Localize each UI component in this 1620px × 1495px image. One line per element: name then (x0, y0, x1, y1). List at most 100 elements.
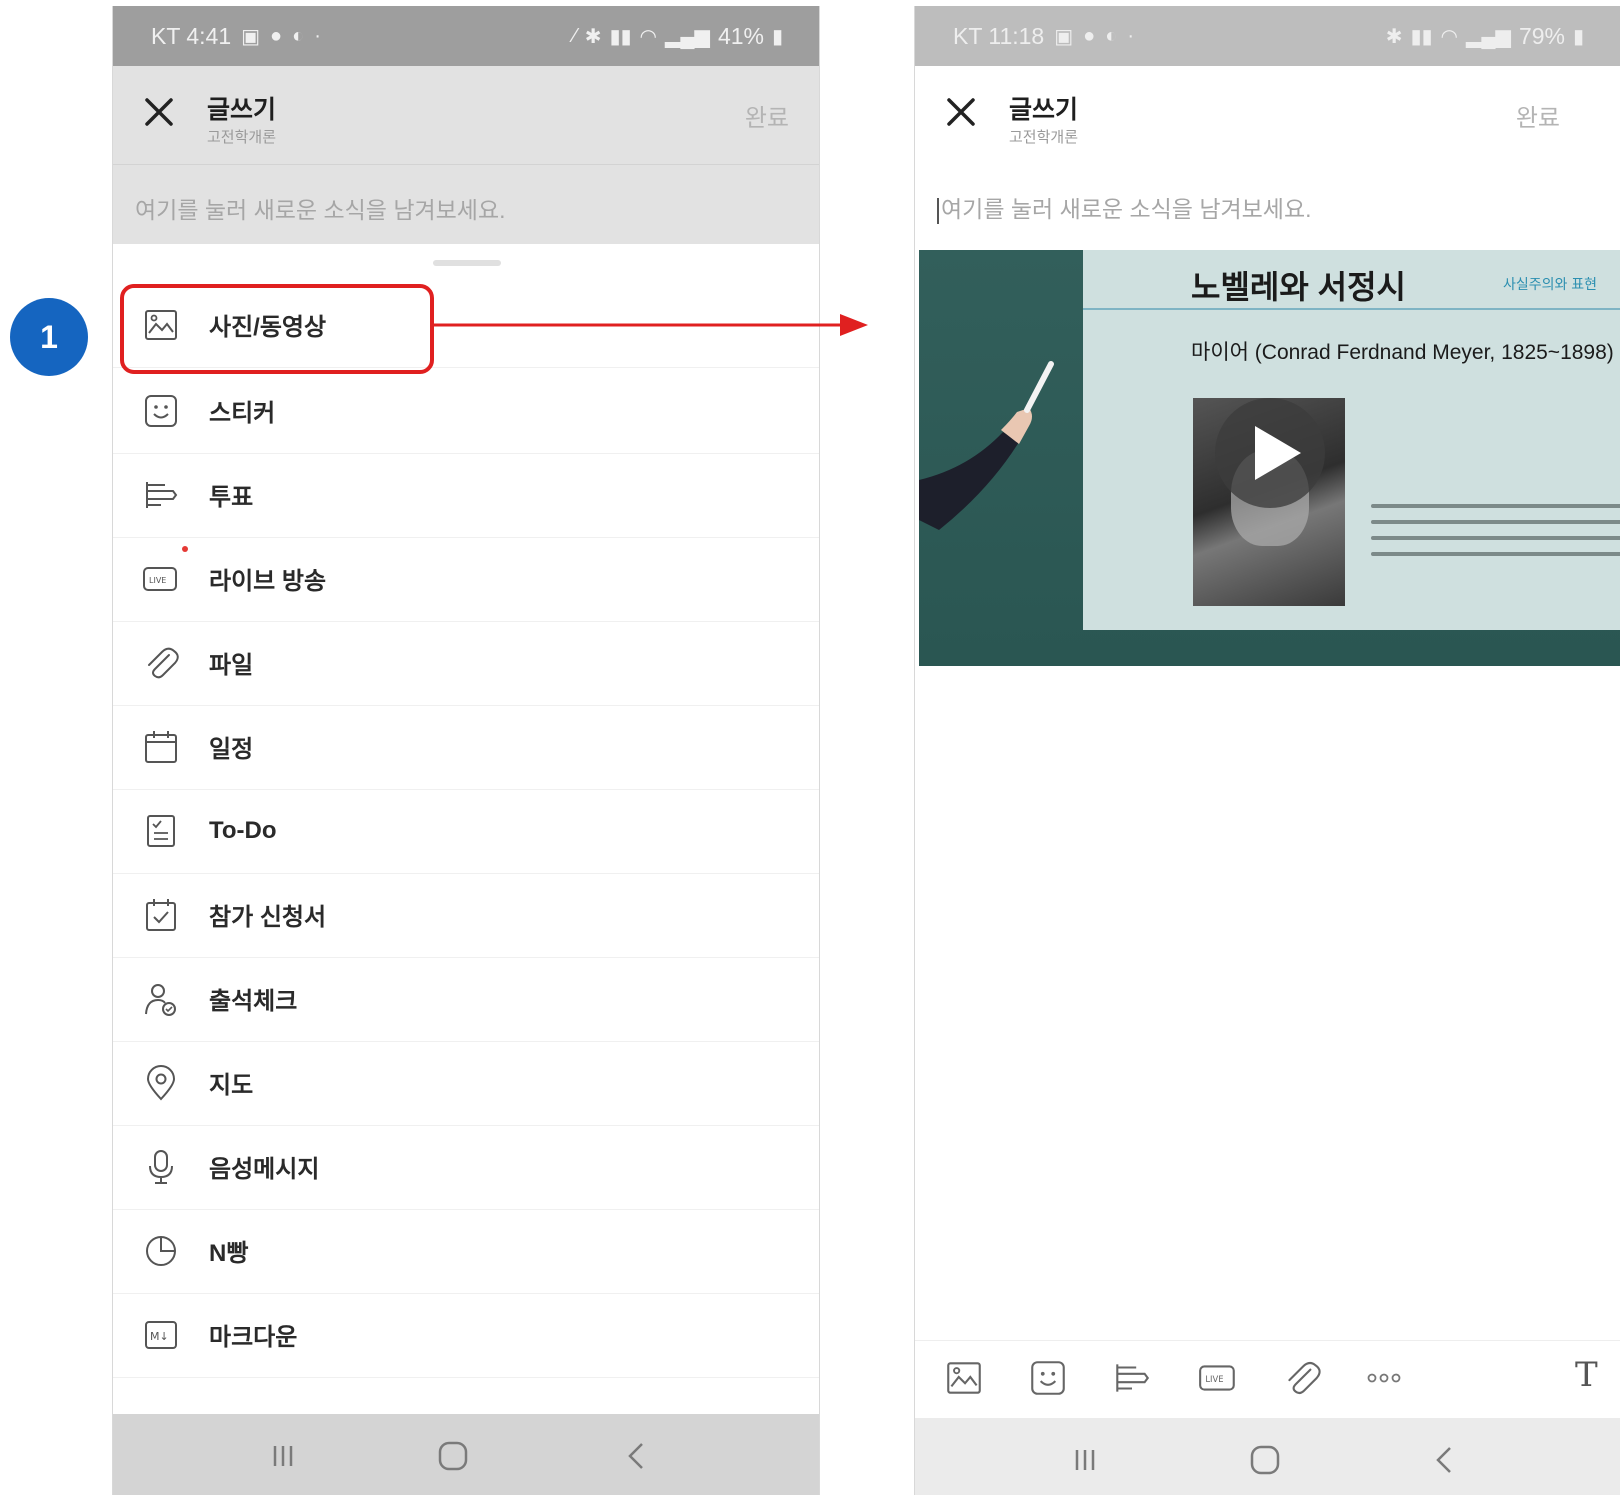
battery-percent: 41% (717, 22, 764, 49)
play-button[interactable] (1215, 398, 1325, 508)
slide-tag: 사실주의와 표현 (1503, 276, 1598, 292)
gallery-icon: ▣ (1054, 25, 1074, 48)
battery-percent: 79% (1518, 22, 1565, 49)
menu-item-signup-form[interactable]: 참가 신청서 (113, 872, 819, 958)
live-icon[interactable]: LIVE (1197, 1357, 1239, 1399)
menu-label: 지도 (209, 1072, 254, 1099)
menu-item-live[interactable]: LIVE 라이브 방송 (113, 536, 819, 622)
cellular-icon: ▂▄▆ (665, 25, 710, 48)
cellular-icon: ▂▄▆ (1466, 25, 1511, 48)
menu-label: 참가 신청서 (209, 904, 327, 931)
paperclip-icon (141, 643, 181, 683)
menu-item-split-bill[interactable]: N빵 (113, 1208, 819, 1294)
menu-label: 마크다운 (209, 1324, 298, 1351)
header-title: 글쓰기 (1009, 96, 1079, 124)
step-number-badge: 1 (10, 298, 88, 376)
more-icon[interactable] (1363, 1357, 1405, 1399)
highlight-box (120, 284, 434, 374)
notification-icon: ◐ (1105, 24, 1118, 47)
back-icon[interactable] (1423, 1438, 1467, 1482)
markdown-icon: M↓ (141, 1315, 181, 1355)
sheet-drag-handle[interactable] (433, 260, 501, 266)
lecturer-arm-image (919, 361, 1054, 530)
menu-item-sticker[interactable]: 스티커 (113, 368, 819, 454)
video-attachment[interactable]: 노벨레와 서정시 사실주의와 표현 마이어 (Conrad Ferdnand M… (919, 250, 1620, 666)
svg-text:LIVE: LIVE (1205, 1374, 1223, 1384)
compose-input[interactable]: 여기를 눌러 새로운 소식을 남겨보세요. (113, 164, 819, 244)
chat-icon: ● (1083, 24, 1096, 47)
paperclip-icon[interactable] (1281, 1357, 1323, 1399)
app-header: 글쓰기 고전학개론 완료 (113, 66, 819, 164)
battery-icon: ▮ (1572, 25, 1584, 48)
menu-item-attendance[interactable]: 출석체크 (113, 956, 819, 1042)
recent-apps-icon[interactable] (1063, 1438, 1107, 1482)
arrow-connector (434, 314, 868, 336)
notification-icon: ◐ (292, 24, 305, 47)
recent-apps-icon[interactable] (261, 1434, 305, 1478)
play-icon (1255, 426, 1301, 480)
svg-text:M↓: M↓ (150, 1330, 169, 1343)
compose-input[interactable]: 여기를 눌러 새로운 소식을 남겨보세요. (915, 164, 1620, 244)
microphone-icon (141, 1147, 181, 1187)
signup-icon (141, 895, 181, 935)
compose-toolbar: LIVE T (915, 1340, 1620, 1418)
attachment-sheet: 사진/동영상 스티커 투표 LIVE 라이브 방송 파일 일정 To-Do 참가… (113, 244, 819, 1414)
status-bar: KT 4:41 ▣ ● ◐ · ⁄ ✱ ▮▮ ◠ ▂▄▆ 41% ▮ (113, 6, 819, 66)
done-button[interactable]: 완료 (1516, 98, 1560, 133)
slide-body-text (1371, 504, 1620, 568)
dot-icon: · (314, 24, 321, 47)
menu-label: 일정 (209, 736, 254, 763)
photo-icon[interactable] (943, 1357, 985, 1399)
menu-label: 투표 (209, 484, 254, 511)
home-icon[interactable] (1243, 1438, 1287, 1482)
system-nav-bar (113, 1414, 819, 1495)
menu-label: To-Do (209, 816, 277, 844)
menu-item-voice-message[interactable]: 음성메시지 (113, 1124, 819, 1210)
wifi-icon: ◠ (639, 25, 657, 48)
close-icon[interactable] (139, 92, 179, 132)
map-pin-icon (141, 1063, 181, 1103)
app-header: 글쓰기 고전학개론 완료 (915, 66, 1620, 164)
menu-item-markdown[interactable]: M↓ 마크다운 (113, 1292, 819, 1378)
svg-text:LIVE: LIVE (149, 576, 166, 585)
slide-subtitle: 마이어 (Conrad Ferdnand Meyer, 1825~1898) (1191, 341, 1614, 364)
sticker-icon[interactable] (1027, 1357, 1069, 1399)
attendance-icon (141, 979, 181, 1019)
menu-label: 라이브 방송 (209, 568, 327, 595)
text-style-button[interactable]: T (1575, 1355, 1598, 1395)
carrier-time: KT 4:41 (151, 22, 232, 49)
menu-item-map[interactable]: 지도 (113, 1040, 819, 1126)
back-icon[interactable] (615, 1434, 659, 1478)
battery-icon: ▮ (771, 25, 783, 48)
menu-item-todo[interactable]: To-Do (113, 788, 819, 874)
status-bar: KT 11:18 ▣ ● ◐ · ✱ ▮▮ ◠ ▂▄▆ 79% ▮ (915, 6, 1620, 66)
close-icon[interactable] (941, 92, 981, 132)
menu-label: N빵 (209, 1240, 249, 1267)
live-icon: LIVE (141, 559, 181, 599)
menu-item-file[interactable]: 파일 (113, 620, 819, 706)
header-subtitle: 고전학개론 (207, 129, 277, 146)
signal-icon: ▮▮ (609, 25, 632, 48)
signal-icon: ▮▮ (1410, 25, 1433, 48)
todo-icon (141, 811, 181, 851)
sticker-icon (141, 391, 181, 431)
home-icon[interactable] (431, 1434, 475, 1478)
menu-label: 출석체크 (209, 988, 298, 1015)
menu-item-poll[interactable]: 투표 (113, 452, 819, 538)
done-button[interactable]: 완료 (745, 98, 789, 133)
new-indicator-dot (182, 546, 188, 552)
menu-item-schedule[interactable]: 일정 (113, 704, 819, 790)
right-phone-screen: KT 11:18 ▣ ● ◐ · ✱ ▮▮ ◠ ▂▄▆ 79% ▮ 글쓰기 고전… (914, 6, 1620, 1495)
lecture-slide: 노벨레와 서정시 사실주의와 표현 마이어 (Conrad Ferdnand M… (1083, 250, 1620, 630)
slide-divider (1083, 308, 1620, 310)
menu-label: 음성메시지 (209, 1156, 320, 1183)
slide-title: 노벨레와 서정시 (1191, 269, 1406, 305)
left-phone-screen: KT 4:41 ▣ ● ◐ · ⁄ ✱ ▮▮ ◠ ▂▄▆ 41% ▮ 글쓰기 고… (112, 6, 820, 1495)
split-bill-icon (141, 1231, 181, 1271)
compose-placeholder: 여기를 눌러 새로운 소식을 남겨보세요. (941, 196, 1312, 222)
poll-icon[interactable] (1111, 1357, 1153, 1399)
carrier-time: KT 11:18 (953, 22, 1045, 49)
system-nav-bar (915, 1418, 1620, 1495)
bluetooth-icon: ✱ (584, 25, 602, 48)
gallery-icon: ▣ (241, 25, 261, 48)
